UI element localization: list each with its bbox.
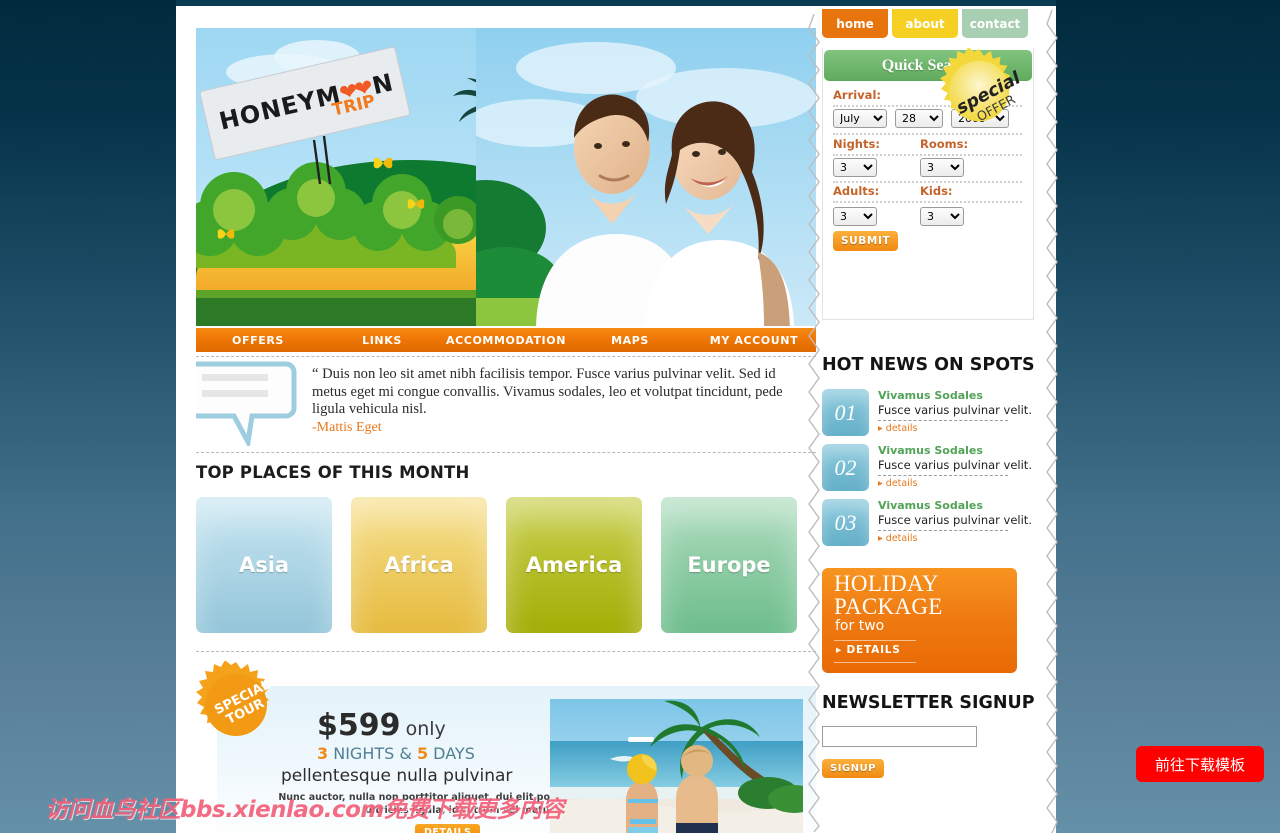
news-item[interactable]: 03 Vivamus Sodales Fusce varius pulvinar…	[822, 499, 1037, 549]
adults-label: Adults:	[833, 184, 880, 198]
kids-label: Kids:	[920, 184, 953, 198]
speech-bubble-icon	[196, 361, 297, 446]
tour-details-button[interactable]: DETAILS	[415, 824, 481, 833]
divider	[196, 356, 816, 357]
newsletter-email-input[interactable]	[822, 726, 977, 747]
dotted-rule	[833, 181, 1022, 183]
hot-news-title: HOT NEWS ON SPOTS	[822, 355, 1035, 375]
sidebar: home about contact Quick Search Arrival:…	[822, 6, 1056, 833]
news-number: 02	[822, 444, 869, 491]
tour-headline: pellentesque nulla pulvinar	[281, 766, 513, 786]
tab-about[interactable]: about	[892, 9, 958, 38]
beach-couple-photo	[550, 699, 803, 833]
holiday-details-label: DETAILS	[846, 644, 901, 656]
logo-honey-text: HONEY	[216, 85, 320, 136]
tour-nights-num: 3	[317, 744, 329, 763]
holiday-package-title: HOLIDAY PACKAGE	[834, 572, 943, 618]
divider	[196, 452, 816, 453]
nav-item-accommodation[interactable]: ACCOMMODATION	[444, 334, 568, 347]
news-details-link[interactable]: ▸ details	[878, 533, 917, 544]
top-tabs: home about contact	[822, 9, 1028, 38]
nights-select[interactable]: 12345	[833, 158, 877, 177]
dotted-rule	[878, 420, 1008, 421]
tab-home[interactable]: home	[822, 9, 888, 38]
site-logo[interactable]: HONEY M ❤ ❤ N TRIP	[196, 28, 426, 194]
holiday-subtitle: for two	[835, 618, 885, 634]
top-places-title: TOP PLACES OF THIS MONTH	[196, 463, 470, 482]
tour-days-word: DAYS	[433, 744, 475, 763]
tour-price-block: $599 only 3 NIGHTS & 5 DAYS	[317, 708, 475, 763]
vertical-divider	[808, 14, 820, 832]
news-heading[interactable]: Vivamus Sodales	[878, 389, 983, 402]
news-item[interactable]: 02 Vivamus Sodales Fusce varius pulvinar…	[822, 444, 1037, 494]
newsletter-title: NEWSLETTER SIGNUP	[822, 693, 1035, 713]
rooms-label: Rooms:	[920, 137, 969, 151]
nav-item-offers[interactable]: OFFERS	[196, 334, 320, 347]
divider	[834, 640, 916, 641]
tab-contact[interactable]: contact	[962, 9, 1028, 38]
tour-price-value: $599	[317, 708, 401, 743]
testimonial-author: -Mattis Eget	[312, 420, 382, 435]
top-bar	[176, 0, 1056, 6]
dotted-rule	[878, 475, 1008, 476]
news-body: Fusce varius pulvinar velit.	[878, 513, 1032, 527]
tour-days-num: 5	[416, 744, 429, 763]
nights-label: Nights:	[833, 137, 880, 151]
special-tour-badge: SPECIAL TOUR	[196, 661, 273, 736]
news-number: 03	[822, 499, 869, 546]
divider	[196, 651, 816, 652]
holiday-package-banner[interactable]: HOLIDAY PACKAGE for two ▸ DETAILS	[822, 568, 1017, 673]
main-navigation[interactable]: OFFERS LINKS ACCOMMODATION MAPS MY ACCOU…	[196, 328, 816, 352]
holiday-line1: HOLIDAY	[834, 571, 939, 596]
right-edge-zigzag	[1046, 10, 1058, 833]
download-template-button[interactable]: 前往下载模板	[1136, 746, 1264, 782]
dotted-rule	[833, 154, 1022, 156]
place-card-america[interactable]: America	[506, 497, 642, 633]
news-details-label: details	[885, 533, 918, 544]
page-container: HONEY M ❤ ❤ N TRIP OFFERS LINKS ACCOMMOD…	[176, 6, 1056, 833]
testimonial-text: “ Duis non leo sit amet nibh facilisis t…	[312, 366, 783, 417]
butterfly-icon	[407, 199, 425, 209]
nav-item-links[interactable]: LINKS	[320, 334, 444, 347]
kids-select[interactable]: 12345	[920, 207, 964, 226]
news-heading[interactable]: Vivamus Sodales	[878, 444, 983, 457]
nav-item-my-account[interactable]: MY ACCOUNT	[692, 334, 816, 347]
dotted-rule	[878, 530, 1008, 531]
special-offer-badge: special OFFER	[939, 48, 1022, 124]
news-body: Fusce varius pulvinar velit.	[878, 458, 1032, 472]
tour-duration: 3 NIGHTS & 5 DAYS	[317, 744, 475, 763]
tour-price-only: only	[405, 718, 446, 740]
news-details-label: details	[885, 423, 918, 434]
hero-banner: HONEY M ❤ ❤ N TRIP	[196, 28, 816, 326]
adults-select[interactable]: 12345	[833, 207, 877, 226]
place-card-asia[interactable]: Asia	[196, 497, 332, 633]
news-heading[interactable]: Vivamus Sodales	[878, 499, 983, 512]
butterfly-icon	[217, 229, 235, 239]
holiday-details-link[interactable]: ▸ DETAILS	[836, 644, 901, 656]
news-body: Fusce varius pulvinar velit.	[878, 403, 1032, 417]
divider	[834, 662, 916, 663]
top-places-grid: Asia Africa America Europe	[196, 497, 816, 633]
news-number: 01	[822, 389, 869, 436]
special-tour-panel: $599 only 3 NIGHTS & 5 DAYS pellentesque…	[217, 686, 816, 833]
quick-search-submit-button[interactable]: SUBMIT	[833, 231, 899, 251]
news-item[interactable]: 01 Vivamus Sodales Fusce varius pulvinar…	[822, 389, 1037, 439]
dotted-rule	[833, 201, 1022, 203]
tour-nights-word: NIGHTS &	[333, 744, 412, 763]
newsletter-signup-button[interactable]: SIGNUP	[822, 759, 884, 778]
news-details-link[interactable]: ▸ details	[878, 423, 917, 434]
testimonial-block: “ Duis non leo sit amet nibh facilisis t…	[196, 360, 816, 446]
news-details-label: details	[885, 478, 918, 489]
rooms-select[interactable]: 12345	[920, 158, 964, 177]
hero-couple-photo	[476, 28, 816, 326]
nav-item-maps[interactable]: MAPS	[568, 334, 692, 347]
place-card-europe[interactable]: Europe	[661, 497, 797, 633]
arrival-label: Arrival:	[833, 88, 881, 102]
place-card-africa[interactable]: Africa	[351, 497, 487, 633]
arrival-month-select[interactable]: JanuaryFebruaryMarchAprilMayJuneJulyAugu…	[833, 109, 887, 128]
holiday-line2: PACKAGE	[834, 594, 943, 619]
news-details-link[interactable]: ▸ details	[878, 478, 917, 489]
page-inner: HONEY M ❤ ❤ N TRIP OFFERS LINKS ACCOMMOD…	[176, 6, 1056, 833]
